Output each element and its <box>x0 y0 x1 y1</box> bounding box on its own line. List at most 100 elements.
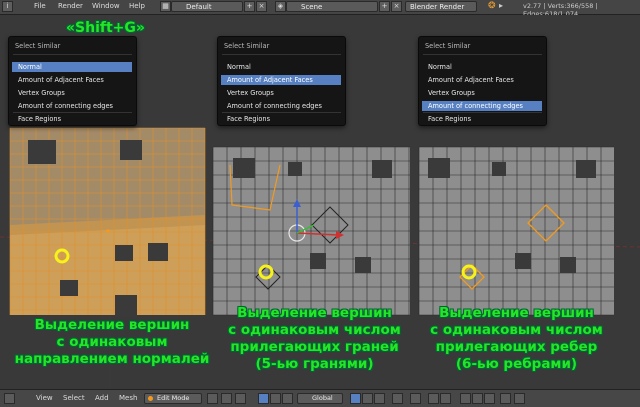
select-similar-menu-3: Select Similar Normal Amount of Adjacent… <box>418 36 547 126</box>
menu-item-normal[interactable]: Normal <box>422 62 542 72</box>
mesh-hole <box>355 257 371 273</box>
menu-title: Select Similar <box>425 42 471 50</box>
limit-selection-icon[interactable] <box>392 393 403 404</box>
caption-line: с одинаковым числом <box>430 322 603 338</box>
layer-icon[interactable] <box>472 393 483 404</box>
add-scene-icon[interactable]: + <box>379 1 390 12</box>
editor-type-icon[interactable]: i <box>2 1 13 12</box>
mode-selector[interactable]: Edit Mode <box>144 393 202 404</box>
menu-help[interactable]: Help <box>129 2 145 10</box>
layout-selector[interactable]: Default <box>171 1 243 12</box>
mesh-hole <box>233 158 255 178</box>
mesh-hole <box>560 257 576 273</box>
menu-item-connecting-edges[interactable]: Amount of connecting edges <box>221 101 341 111</box>
viewport-shading-icon[interactable] <box>207 393 218 404</box>
menu-mesh[interactable]: Mesh <box>119 394 137 402</box>
mesh-hole <box>576 160 596 178</box>
menu-item-adjacent-faces[interactable]: Amount of Adjacent Faces <box>12 75 132 85</box>
caption-line: направлением нормалей <box>14 351 210 367</box>
menu-item-connecting-edges[interactable]: Amount of connecting edges <box>12 101 132 111</box>
caption-normals: Выделение вершин с одинаковым направлени… <box>2 317 222 368</box>
menu-title: Select Similar <box>224 42 270 50</box>
menu-item-adjacent-faces[interactable]: Amount of Adjacent Faces <box>221 75 341 85</box>
mesh-panel-2 <box>212 146 410 316</box>
manipulator-scale-icon[interactable] <box>282 393 293 404</box>
mesh-hole <box>310 253 326 269</box>
orientation-selector[interactable]: Global <box>297 393 343 404</box>
menu-item-face-regions[interactable]: Face Regions <box>422 114 542 124</box>
layer-icon[interactable] <box>484 393 495 404</box>
editor-type-icon[interactable] <box>4 393 15 404</box>
menu-window[interactable]: Window <box>92 2 120 10</box>
caption-line: Выделение вершин <box>34 317 190 333</box>
mode-label: Edit Mode <box>157 394 190 402</box>
render-icon: ▸ <box>499 1 504 10</box>
mesh-hole <box>515 253 531 269</box>
mesh-panel-1 <box>9 127 206 317</box>
caption-line: с одинаковым <box>56 334 168 350</box>
manipulator-rotate-icon[interactable] <box>270 393 281 404</box>
mesh-hole <box>60 280 78 296</box>
mesh-panel-3 <box>418 146 614 316</box>
caption-line: прилегающих граней <box>230 339 399 355</box>
layout-grid-icon[interactable]: ▦ <box>160 1 171 12</box>
caption-line: (5-ью гранями) <box>255 356 374 372</box>
caption-line: с одинаковым числом <box>228 322 401 338</box>
caption-line: прилегающих ребер <box>435 339 598 355</box>
shortcut-label: «Shift+G» <box>66 20 145 36</box>
info-header: i File Render Window Help ▦ Default + × … <box>0 0 640 18</box>
mesh-hole <box>492 162 506 176</box>
mesh-hole <box>115 245 133 261</box>
snap-icon[interactable] <box>428 393 439 404</box>
scene-selector[interactable]: Scene <box>286 1 378 12</box>
3d-viewport[interactable]: Select Similar Normal Amount of Adjacent… <box>0 15 640 389</box>
menu-item-vertex-groups[interactable]: Vertex Groups <box>221 88 341 98</box>
mesh-hole <box>428 158 450 178</box>
select-similar-menu-2: Select Similar Normal Amount of Adjacent… <box>217 36 346 126</box>
render-engine-selector[interactable]: Blender Render <box>405 1 477 12</box>
select-similar-menu-1: Select Similar Normal Amount of Adjacent… <box>8 36 137 126</box>
menu-select[interactable]: Select <box>63 394 85 402</box>
snap-element-icon[interactable] <box>440 393 451 404</box>
vertex-select-icon[interactable] <box>350 393 361 404</box>
menu-render[interactable]: Render <box>58 2 83 10</box>
menu-item-connecting-edges[interactable]: Amount of connecting edges <box>422 101 542 111</box>
edit-mode-icon <box>148 396 153 401</box>
menu-title: Select Similar <box>15 42 61 50</box>
menu-item-face-regions[interactable]: Face Regions <box>12 114 132 124</box>
mesh-hole <box>372 160 392 178</box>
3d-view-header: View Select Add Mesh Edit Mode Global <box>0 389 640 407</box>
edge-select-icon[interactable] <box>362 393 373 404</box>
mesh-hole <box>148 243 168 261</box>
blender-logo-icon: ❂ <box>488 1 496 11</box>
layer-icon[interactable] <box>460 393 471 404</box>
menu-item-adjacent-faces[interactable]: Amount of Adjacent Faces <box>422 75 542 85</box>
mesh-hole <box>115 295 137 317</box>
menu-item-normal[interactable]: Normal <box>12 62 132 72</box>
pivot-point-icon[interactable] <box>221 393 232 404</box>
menu-item-normal[interactable]: Normal <box>221 62 341 72</box>
mesh-hole <box>120 140 142 160</box>
caption-connecting-edges: Выделение вершин с одинаковым числом при… <box>414 305 619 373</box>
add-layout-icon[interactable]: + <box>244 1 255 12</box>
menu-file[interactable]: File <box>34 2 46 10</box>
menu-item-vertex-groups[interactable]: Vertex Groups <box>422 88 542 98</box>
manipulator-translate-icon[interactable] <box>258 393 269 404</box>
remove-scene-icon[interactable]: × <box>391 1 402 12</box>
vertex <box>106 229 110 233</box>
scene-icon[interactable]: ◈ <box>275 1 286 12</box>
menu-item-vertex-groups[interactable]: Vertex Groups <box>12 88 132 98</box>
render-preview-icon[interactable] <box>500 393 511 404</box>
menu-add[interactable]: Add <box>95 394 109 402</box>
caption-line: (6-ью ребрами) <box>455 356 578 372</box>
caption-adjacent-faces: Выделение вершин с одинаковым числом при… <box>212 305 417 373</box>
transform-manipulator-icon[interactable] <box>235 393 246 404</box>
menu-view[interactable]: View <box>36 394 53 402</box>
proportional-edit-icon[interactable] <box>410 393 421 404</box>
camera-icon[interactable] <box>514 393 525 404</box>
caption-line: Выделение вершин <box>237 305 392 321</box>
face-select-icon[interactable] <box>374 393 385 404</box>
menu-item-face-regions[interactable]: Face Regions <box>221 114 341 124</box>
remove-layout-icon[interactable]: × <box>256 1 267 12</box>
mesh-hole <box>28 140 56 164</box>
